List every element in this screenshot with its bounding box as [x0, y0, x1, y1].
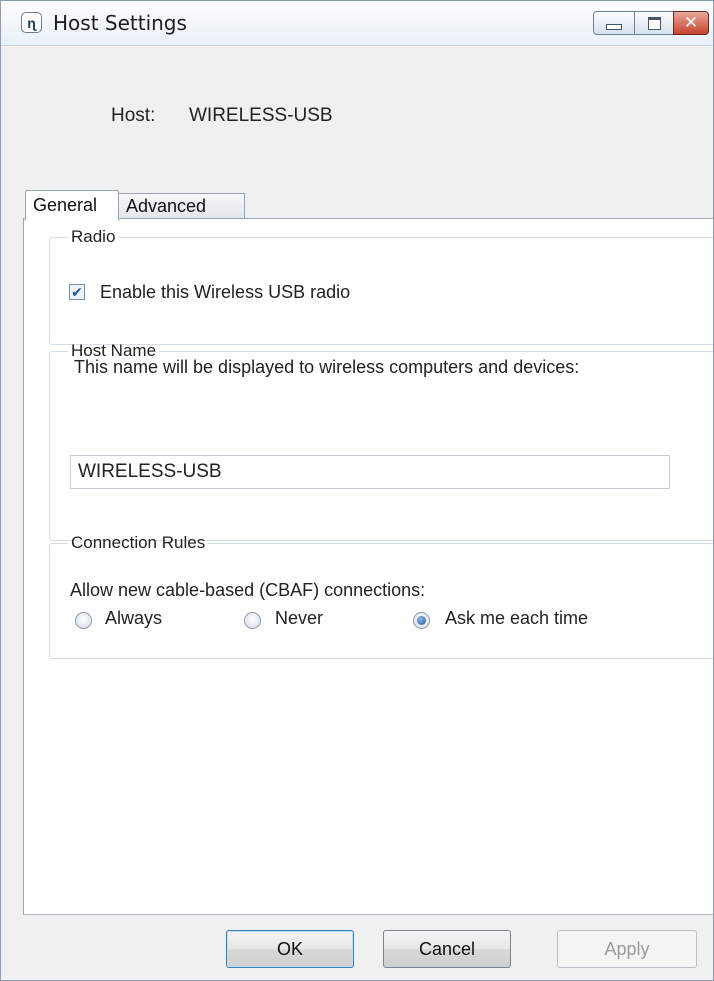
minimize-button[interactable] — [593, 11, 635, 35]
title-bar[interactable]: ɳ Host Settings ✕ — [1, 1, 713, 46]
wireless-usb-icon: ɳ — [21, 12, 42, 33]
general-tab-panel: Radio ✔ Enable this Wireless USB radio H… — [23, 218, 713, 914]
close-button[interactable]: ✕ — [673, 11, 709, 35]
host-value: WIRELESS-USB — [189, 105, 333, 126]
enable-radio-label[interactable]: Enable this Wireless USB radio — [100, 282, 350, 303]
connection-rules-legend: Connection Rules — [71, 533, 206, 552]
tab-general[interactable]: General — [25, 190, 119, 221]
checkmark-icon: ✔ — [71, 284, 83, 300]
minimize-icon — [606, 24, 622, 30]
enable-radio-checkbox[interactable]: ✔ — [69, 284, 85, 300]
footer-divider — [23, 914, 713, 915]
radio-always-label[interactable]: Always — [105, 608, 162, 629]
maximize-button[interactable] — [634, 11, 674, 35]
maximize-icon — [647, 16, 661, 30]
radio-never-label[interactable]: Never — [275, 608, 323, 629]
host-name-input[interactable]: WIRELESS-USB — [70, 455, 670, 489]
connection-rules-description: Allow new cable-based (CBAF) connections… — [70, 580, 426, 600]
host-settings-window: ɳ Host Settings ✕ Host: WIRELESS-USB Gen… — [0, 0, 714, 981]
close-icon: ✕ — [683, 12, 699, 33]
tab-advanced[interactable]: Advanced — [119, 193, 245, 219]
radio-never[interactable] — [244, 612, 261, 629]
cancel-button[interactable]: Cancel — [383, 930, 511, 968]
ok-button[interactable]: OK — [226, 930, 354, 968]
window-title: Host Settings — [53, 11, 187, 35]
apply-button[interactable]: Apply — [557, 930, 697, 968]
radio-ask-each-time[interactable] — [413, 612, 430, 629]
radio-always[interactable] — [75, 612, 92, 629]
host-name-description: This name will be displayed to wireless … — [74, 357, 580, 377]
radio-ask-each-time-label[interactable]: Ask me each time — [445, 608, 588, 629]
radio-group-legend: Radio — [71, 227, 116, 246]
host-label: Host: — [111, 105, 156, 126]
